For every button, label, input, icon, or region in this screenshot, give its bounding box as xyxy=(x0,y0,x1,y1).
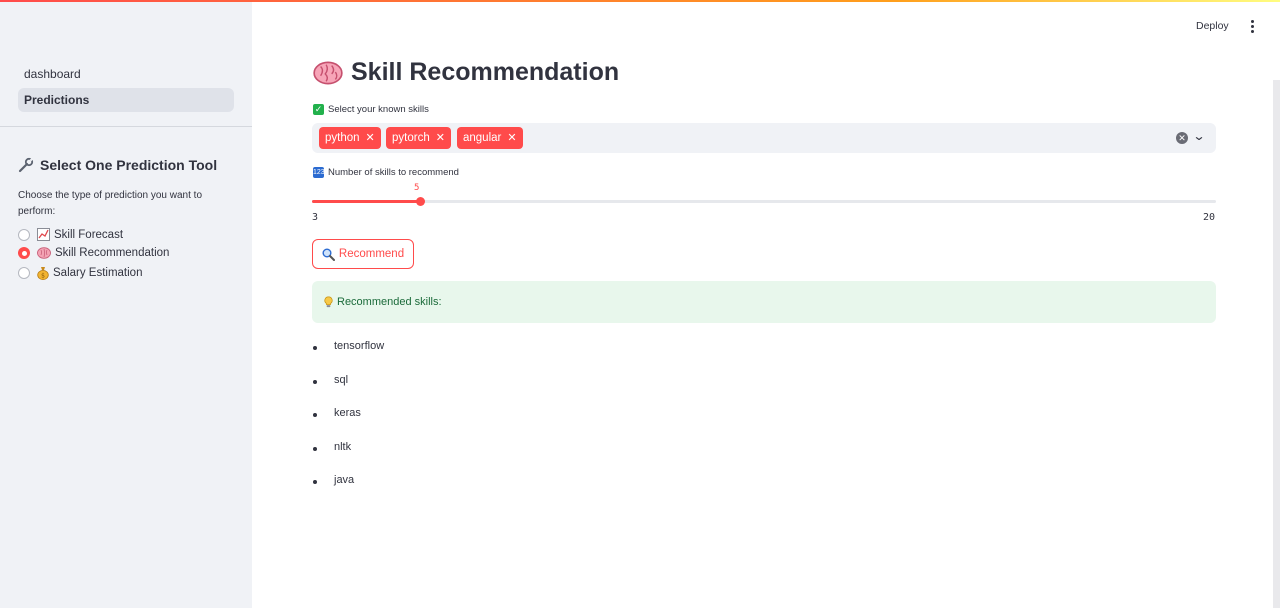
radio-salary-estimation[interactable]: $ Salary Estimation xyxy=(18,266,142,280)
chip-label: angular xyxy=(463,132,502,144)
option-label: Skill Recommendation xyxy=(55,247,170,259)
nav-item-dashboard[interactable]: dashboard xyxy=(18,62,234,86)
success-message-text: Recommended skills: xyxy=(337,296,442,308)
remove-chip-icon[interactable]: ✕ xyxy=(366,127,375,149)
slider-label: 123 Number of skills to recommend xyxy=(313,167,459,178)
sidebar-divider xyxy=(0,126,252,127)
wrench-icon xyxy=(18,157,34,173)
skill-chip-pytorch: pytorch ✕ xyxy=(386,127,451,149)
slider-fill xyxy=(312,200,419,203)
slider-value: 5 xyxy=(414,183,420,193)
deploy-button[interactable]: Deploy xyxy=(1196,20,1229,32)
recommend-button[interactable]: Recommend xyxy=(312,239,414,269)
chip-label: pytorch xyxy=(392,132,430,144)
radio-skill-forecast[interactable]: Skill Forecast xyxy=(18,228,123,241)
remove-chip-icon[interactable]: ✕ xyxy=(507,127,516,149)
option-label: Salary Estimation xyxy=(53,267,143,279)
option-label: Skill Forecast xyxy=(54,228,124,241)
skills-label: ✓ Select your known skills xyxy=(313,104,429,115)
chevron-down-icon[interactable]: ⌄ xyxy=(1192,129,1205,143)
list-item: tensorflow xyxy=(312,340,384,374)
nav-item-predictions[interactable]: Predictions xyxy=(18,88,234,112)
numbers-icon: 123 xyxy=(313,167,325,178)
scrollbar[interactable] xyxy=(1273,80,1280,608)
chip-label: python xyxy=(325,132,360,144)
list-item-text: sql xyxy=(334,373,349,386)
light-bulb-icon xyxy=(324,296,333,308)
radio-button[interactable] xyxy=(18,267,30,279)
success-message: Recommended skills: xyxy=(312,281,1216,323)
page-title-text: Skill Recommendation xyxy=(351,58,620,86)
skills-multiselect[interactable]: python ✕ pytorch ✕ angular ✕ ✕ ⌄ xyxy=(312,123,1216,153)
tool-description: Choose the type of prediction you want t… xyxy=(18,190,203,217)
radio-button[interactable] xyxy=(18,228,30,241)
list-item: sql xyxy=(312,374,384,408)
slider-thumb[interactable] xyxy=(416,197,426,206)
list-item-text: java xyxy=(334,474,355,487)
list-item: keras xyxy=(312,407,384,441)
recommended-skills-list: tensorflow sql keras nltk java xyxy=(312,340,384,508)
check-mark-icon: ✓ xyxy=(313,104,324,115)
tool-section-heading: Select One Prediction Tool xyxy=(18,157,217,173)
skill-chip-angular: angular ✕ xyxy=(457,127,523,149)
chart-increasing-icon xyxy=(37,228,50,241)
brain-icon xyxy=(313,61,343,84)
slider-min: 3 xyxy=(312,212,319,223)
skill-chip-python: python ✕ xyxy=(319,127,381,149)
radio-skill-recommendation[interactable]: Skill Recommendation xyxy=(18,247,169,259)
svg-text:$: $ xyxy=(41,273,45,280)
list-item-text: keras xyxy=(334,407,361,420)
list-item: nltk xyxy=(312,441,384,475)
skills-label-text: Select your known skills xyxy=(328,104,429,115)
list-item: java xyxy=(312,474,384,508)
sidebar: dashboard Predictions Select One Predict… xyxy=(0,2,252,608)
remove-chip-icon[interactable]: ✕ xyxy=(436,127,445,149)
slider-label-text: Number of skills to recommend xyxy=(328,167,459,178)
skills-count-slider[interactable] xyxy=(312,197,1216,206)
tool-title: Select One Prediction Tool xyxy=(40,157,218,173)
main-menu-icon[interactable] xyxy=(1246,18,1258,36)
brain-icon xyxy=(37,247,51,259)
recommend-button-label: Recommend xyxy=(338,248,405,260)
magnifying-glass-icon xyxy=(322,248,335,261)
slider-max: 20 xyxy=(1203,212,1216,223)
radio-button-selected[interactable] xyxy=(18,247,30,259)
list-item-text: tensorflow xyxy=(334,340,385,352)
list-item-text: nltk xyxy=(334,440,352,453)
money-bag-icon: $ xyxy=(37,267,49,280)
page-title: Skill Recommendation xyxy=(313,58,619,87)
clear-all-icon[interactable]: ✕ xyxy=(1176,132,1188,144)
